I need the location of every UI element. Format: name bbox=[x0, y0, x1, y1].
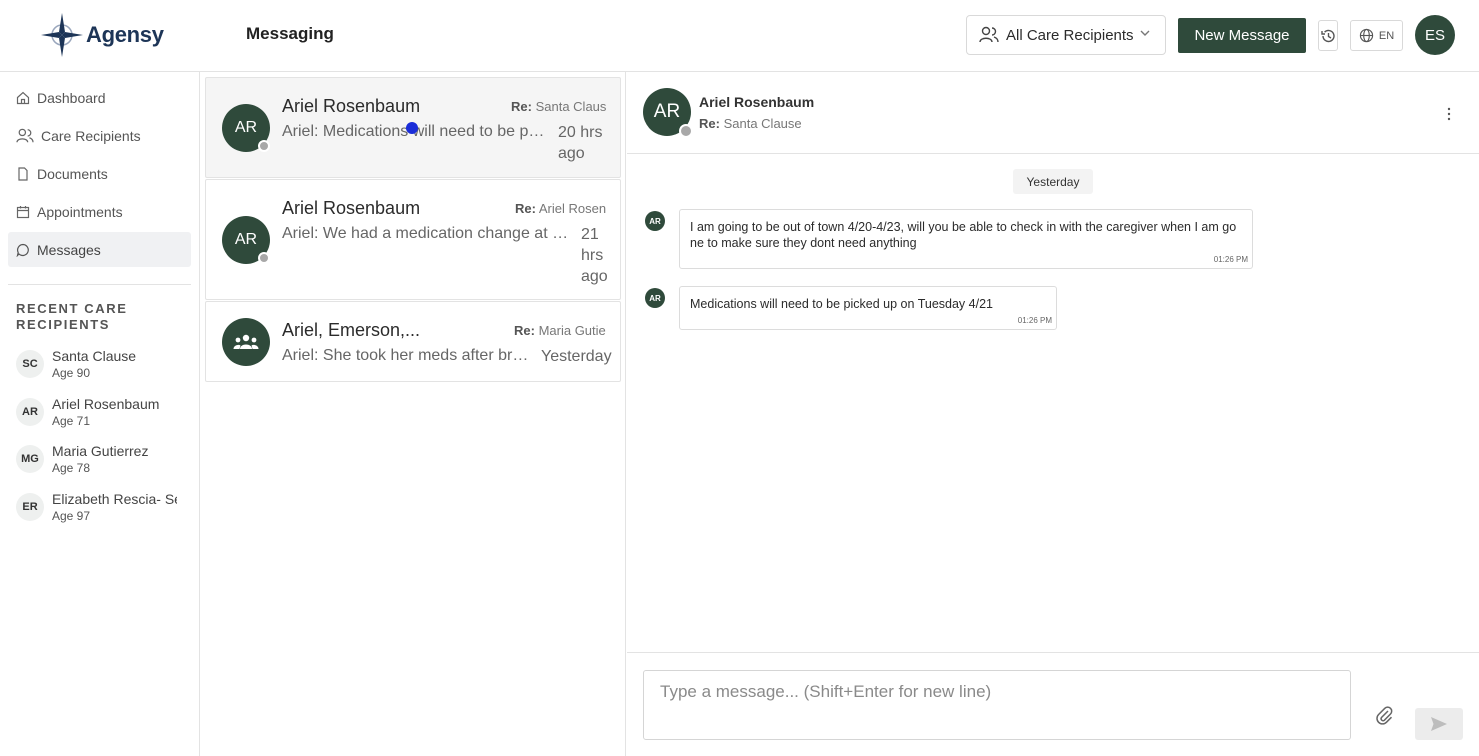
conversation-time: 20 hrs ago bbox=[558, 124, 603, 162]
care-recipient-filter-value: All Care Recipients bbox=[1006, 26, 1134, 44]
recipient-name: Elizabeth Rescia- Seaman bbox=[52, 491, 177, 507]
users-icon bbox=[16, 128, 34, 144]
nav-dashboard[interactable]: Dashboard bbox=[8, 80, 191, 115]
nav-appointments[interactable]: Appointments bbox=[8, 194, 191, 229]
message-text: I am going to be out of town 4/20-4/23, … bbox=[690, 220, 1237, 250]
message-time: 01:26 PM bbox=[1017, 316, 1052, 325]
users-icon bbox=[979, 26, 999, 43]
conversation-name: Ariel, Emerson,... bbox=[282, 320, 421, 340]
chat-header: AR Ariel Rosenbaum Re: Santa Clause bbox=[627, 72, 1479, 154]
send-icon bbox=[1431, 717, 1447, 731]
nav-label: Messages bbox=[37, 241, 101, 258]
recent-recipient-item[interactable]: MG Maria Gutierrez Age 78 bbox=[16, 443, 196, 483]
composer-divider bbox=[627, 652, 1479, 653]
user-avatar[interactable]: ES bbox=[1415, 15, 1455, 55]
recipient-age: Age 90 bbox=[52, 366, 91, 380]
agensy-logo-icon bbox=[41, 13, 83, 57]
nav-care-recipients[interactable]: Care Recipients bbox=[8, 118, 191, 153]
calendar-icon bbox=[16, 205, 30, 219]
conversation-time: Yesterday bbox=[541, 348, 612, 365]
attach-button[interactable] bbox=[1373, 704, 1395, 726]
language-selector[interactable]: EN bbox=[1350, 20, 1403, 51]
top-bar: Agensy Messaging All Care Recipients New… bbox=[0, 0, 1479, 72]
message-bubble: I am going to be out of town 4/20-4/23, … bbox=[679, 209, 1253, 269]
recipient-age: Age 78 bbox=[52, 461, 91, 475]
recipient-age: Age 71 bbox=[52, 414, 91, 428]
message-input[interactable] bbox=[643, 670, 1351, 740]
avatar: SC bbox=[16, 350, 44, 378]
history-button[interactable] bbox=[1318, 20, 1338, 51]
paperclip-icon bbox=[1376, 706, 1393, 725]
recipient-name: Ariel Rosenbaum bbox=[52, 396, 160, 412]
chat-pane: AR Ariel Rosenbaum Re: Santa Clause Yest… bbox=[627, 72, 1479, 756]
recent-recipient-item[interactable]: ER Elizabeth Rescia- Seaman Age 97 bbox=[16, 491, 196, 531]
history-icon bbox=[1321, 29, 1335, 42]
document-icon bbox=[16, 166, 30, 181]
conversation-name: Ariel Rosenbaum bbox=[282, 96, 421, 116]
care-recipient-filter[interactable]: All Care Recipients bbox=[966, 15, 1166, 55]
status-dot bbox=[258, 140, 270, 152]
nav-label: Appointments bbox=[37, 203, 123, 220]
chat-participant-name: Ariel Rosenbaum bbox=[699, 94, 815, 110]
conversation-name: Ariel Rosenbaum bbox=[282, 198, 421, 218]
conversation-preview: Ariel: She took her meds after breakfast bbox=[282, 347, 531, 364]
conversation-list: AR Ariel Rosenbaum Re: Santa Clause Arie… bbox=[200, 72, 626, 756]
avatar: ER bbox=[16, 493, 44, 521]
recipient-age: Age 97 bbox=[52, 509, 91, 523]
day-separator: Yesterday bbox=[1013, 169, 1093, 194]
nav-messages[interactable]: Messages bbox=[8, 232, 191, 267]
conversation-item[interactable]: AR Ariel Rosenbaum Re: Ariel Rosenbaum A… bbox=[205, 179, 621, 300]
message-bubble: Medications will need to be picked up on… bbox=[679, 286, 1057, 330]
unread-indicator bbox=[406, 122, 418, 134]
recent-recipients-heading: RECENT CARE RECIPIENTS bbox=[16, 301, 128, 332]
nav-label: Documents bbox=[37, 165, 108, 182]
new-message-button[interactable]: New Message bbox=[1178, 18, 1306, 53]
conversation-item[interactable]: AR Ariel Rosenbaum Re: Santa Clause Arie… bbox=[205, 77, 621, 178]
conversation-subject: Re: Ariel Rosenbaum bbox=[515, 201, 606, 216]
nav-label: Care Recipients bbox=[41, 127, 141, 144]
language-code: EN bbox=[1378, 29, 1395, 42]
message-icon bbox=[16, 243, 30, 257]
sidebar-divider bbox=[8, 284, 191, 285]
chat-subject: Re: Santa Clause bbox=[699, 116, 802, 131]
conversation-preview: Ariel: We had a medication change at the… bbox=[282, 225, 570, 242]
avatar: AR bbox=[16, 398, 44, 426]
nav-documents[interactable]: Documents bbox=[8, 156, 191, 191]
nav-label: Dashboard bbox=[37, 89, 106, 106]
chevron-down-icon bbox=[1140, 30, 1150, 36]
group-avatar bbox=[222, 318, 270, 366]
conversation-subject: Re: Santa Clause bbox=[511, 99, 606, 114]
conversation-time: 21 hrs ago bbox=[581, 226, 608, 285]
message-avatar: AR bbox=[645, 211, 665, 231]
recent-recipient-item[interactable]: AR Ariel Rosenbaum Age 71 bbox=[16, 396, 196, 436]
conversation-item[interactable]: Ariel, Emerson,... Re: Maria Gutierrez A… bbox=[205, 301, 621, 382]
send-button[interactable] bbox=[1415, 708, 1463, 740]
avatar: MG bbox=[16, 445, 44, 473]
message-avatar: AR bbox=[645, 288, 665, 308]
kebab-menu-icon bbox=[1447, 107, 1451, 121]
home-icon bbox=[16, 91, 30, 105]
brand-name: Agensy bbox=[86, 22, 164, 47]
message-text: Medications will need to be picked up on… bbox=[690, 297, 993, 311]
recipient-name: Santa Clause bbox=[52, 348, 137, 364]
status-dot bbox=[258, 252, 270, 264]
brand-logo[interactable]: Agensy bbox=[40, 12, 164, 58]
conversation-subject: Re: Maria Gutierrez bbox=[514, 323, 606, 338]
more-options-button[interactable] bbox=[1439, 104, 1459, 124]
recent-recipient-item[interactable]: SC Santa Clause Age 90 bbox=[16, 348, 196, 388]
sidebar: Dashboard Care Recipients Documents Appo… bbox=[0, 72, 200, 756]
globe-icon bbox=[1359, 28, 1374, 43]
group-icon bbox=[233, 334, 259, 349]
status-dot bbox=[679, 124, 693, 138]
message-time: 01:26 PM bbox=[1213, 255, 1248, 264]
page-title: Messaging bbox=[246, 24, 334, 43]
recipient-name: Maria Gutierrez bbox=[52, 443, 149, 459]
